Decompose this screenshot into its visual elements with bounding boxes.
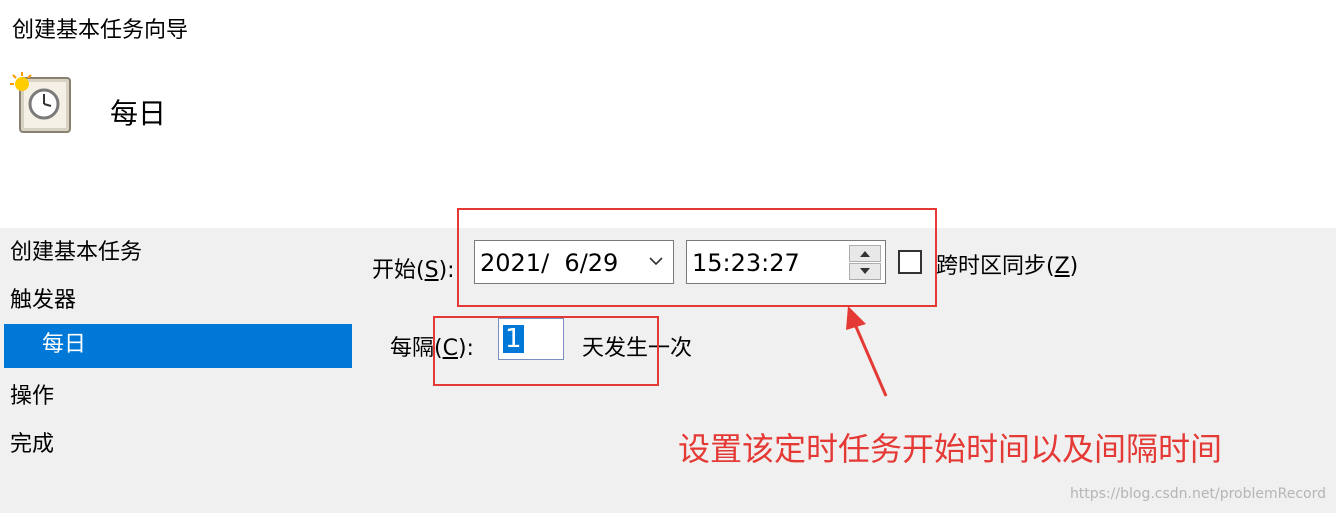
sync-timezone-label[interactable]: 跨时区同步(Z): [936, 248, 1078, 280]
calendar-clock-icon: [10, 72, 71, 133]
start-label: 开始(S):: [372, 258, 455, 283]
nav-item-daily[interactable]: 每日: [4, 324, 352, 368]
nav-item-action[interactable]: 操作: [10, 378, 54, 410]
nav-item-finish[interactable]: 完成: [10, 426, 54, 458]
highlight-box-start: [457, 208, 937, 307]
annotation-arrow-icon: [846, 306, 888, 397]
annotation-text: 设置该定时任务开始时间以及间隔时间: [678, 430, 1223, 468]
highlight-box-interval: [433, 316, 659, 386]
nav-item-trigger[interactable]: 触发器: [10, 282, 76, 314]
window-title: 创建基本任务向导: [12, 18, 189, 43]
page-title: 每日: [110, 97, 167, 130]
watermark: https://blog.csdn.net/problemRecord: [1069, 486, 1326, 502]
nav-item-create-task[interactable]: 创建基本任务: [10, 234, 142, 266]
